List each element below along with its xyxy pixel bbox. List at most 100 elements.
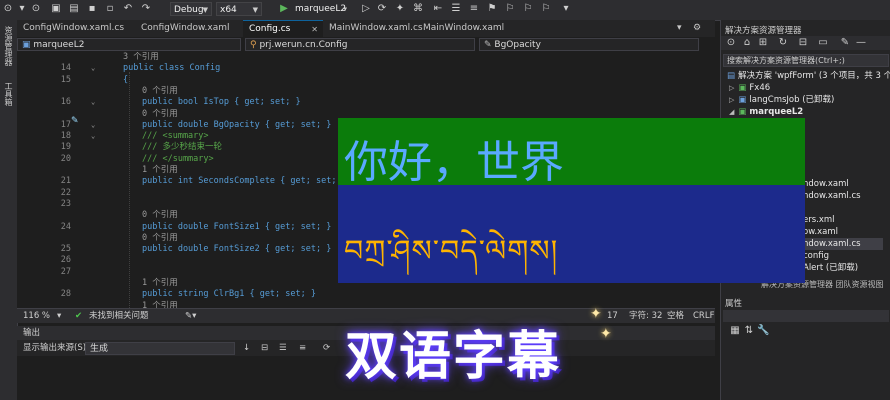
wrench-icon: ✎ bbox=[484, 40, 495, 50]
tree-item-file5[interactable]: ndow.xaml.cs bbox=[803, 238, 883, 250]
code-text: 0 个引用 bbox=[142, 210, 178, 221]
brush-icon[interactable]: ✎▾ bbox=[185, 309, 196, 323]
tree-item-solution[interactable]: ▤ 解决方案 'wpfForm' (3 个项目，共 3 个) bbox=[727, 70, 890, 82]
nav-icon[interactable]: ⇤ bbox=[432, 3, 444, 15]
tree-item-file3[interactable]: ers.xml bbox=[803, 214, 835, 226]
zoom-dropdown-icon[interactable]: ▾ bbox=[57, 309, 61, 323]
save-icon[interactable]: ▪ bbox=[86, 3, 98, 15]
hot-reload-icon[interactable]: ⟳ bbox=[376, 3, 388, 15]
preview-icon[interactable]: — bbox=[855, 37, 867, 49]
output-clear-icon[interactable]: ⊟ bbox=[261, 341, 268, 355]
new-item-icon[interactable]: ▣ bbox=[50, 3, 62, 15]
config-value: Debug bbox=[174, 5, 204, 15]
solution-search-input[interactable]: 搜索解决方案资源管理器(Ctrl+;) bbox=[723, 54, 889, 67]
eol-indicator[interactable]: CRLF bbox=[693, 309, 714, 323]
tree-item-fx46[interactable]: ▷ ▣ Fx46 bbox=[729, 82, 770, 94]
line-number[interactable]: 17 bbox=[607, 309, 618, 323]
tools-icon[interactable]: ⌘ bbox=[412, 3, 424, 15]
tab-configwindow-xaml-cs[interactable]: ConfigWindow.xaml.cs bbox=[17, 20, 135, 37]
back-icon[interactable]: ⊙ bbox=[2, 3, 14, 15]
output-wrap-icon[interactable]: ☰ bbox=[279, 341, 287, 355]
fold-icon[interactable]: ⌄ bbox=[91, 97, 95, 108]
tree-item-file2[interactable]: ndow.xaml.cs bbox=[803, 190, 861, 202]
fold-icon[interactable]: ⌄ bbox=[91, 131, 95, 142]
comment-icon[interactable]: ☰ bbox=[450, 3, 462, 15]
code-line[interactable]: 15 { bbox=[17, 75, 715, 86]
tab-configwindow-xaml[interactable]: ConfigWindow.xaml bbox=[135, 20, 243, 37]
flame-icon[interactable]: ✦ bbox=[394, 3, 406, 15]
sync-icon[interactable]: ⊙ bbox=[725, 37, 737, 49]
dropdown-icon[interactable]: ▾ bbox=[16, 3, 28, 15]
tree-item-langcmsjob[interactable]: ▷ ▣ langCmsJob (已卸载) bbox=[729, 94, 834, 106]
line-number: 24 bbox=[60, 221, 71, 232]
properties-icon[interactable]: ✎ bbox=[839, 37, 851, 49]
toolbox-tab[interactable]: 工具箱 bbox=[3, 82, 14, 106]
collapse-all-icon[interactable]: ⊟ bbox=[797, 37, 809, 49]
bookmark-icon[interactable]: ⚑ bbox=[486, 3, 498, 15]
code-line[interactable]: 16 ⌄ public bool IsTop { get; set; } bbox=[17, 97, 715, 108]
nav-class: prj.werun.cn.Config bbox=[259, 40, 348, 50]
output-action-icon[interactable]: ↓ bbox=[243, 341, 250, 355]
output-source-dropdown[interactable]: 生成 bbox=[85, 342, 235, 355]
check-icon: ✔ bbox=[75, 311, 83, 321]
zoom-level[interactable]: 116 % bbox=[23, 309, 50, 323]
show-files-icon[interactable]: ▭ bbox=[817, 37, 829, 49]
startup-project[interactable]: marqueeL2 ▾ bbox=[292, 2, 350, 16]
settings-icon[interactable]: ⚙ bbox=[693, 20, 707, 37]
clear-bookmarks-icon[interactable]: ⚐ bbox=[540, 3, 552, 15]
fold-icon[interactable]: ⌄ bbox=[91, 120, 95, 131]
platform-dropdown[interactable]: x64 ▼ bbox=[216, 2, 262, 16]
tab-config-cs[interactable]: Config.cs ✕ bbox=[243, 20, 323, 37]
spaces-indicator[interactable]: 空格 bbox=[667, 309, 684, 323]
tab-overflow-icon[interactable]: ▾ bbox=[677, 20, 691, 37]
explorer-tab[interactable]: 资源管理器 bbox=[3, 26, 14, 66]
code-line[interactable]: 3 个引用 bbox=[17, 52, 715, 63]
tree-item-file1[interactable]: ndow.xaml bbox=[803, 178, 849, 190]
tree-label: Alert (已卸载) bbox=[803, 263, 859, 273]
output-refresh-icon[interactable]: ⟳ bbox=[323, 341, 330, 355]
output-find-icon[interactable]: ≡ bbox=[299, 341, 306, 355]
tree-item-marqueel2[interactable]: ◢ ▣ marqueeL2 bbox=[729, 106, 803, 118]
overflow-icon[interactable]: ▾ bbox=[560, 3, 572, 15]
properties-title: 属性 bbox=[725, 299, 743, 309]
undo-icon[interactable]: ↶ bbox=[122, 3, 134, 15]
code-line[interactable]: 14 ⌄ public class Config bbox=[17, 63, 715, 74]
save-all-icon[interactable]: ▫ bbox=[104, 3, 116, 15]
class-dropdown[interactable]: ⚲ prj.werun.cn.Config bbox=[245, 38, 475, 51]
code-text: public double FontSize2 { get; set; } bbox=[142, 244, 332, 255]
properties-dropdown[interactable] bbox=[723, 310, 889, 322]
start-icon[interactable]: ▶ bbox=[278, 3, 290, 15]
uncomment-icon[interactable]: ≡ bbox=[468, 3, 480, 15]
close-icon[interactable]: ✕ bbox=[311, 21, 318, 38]
redo-icon[interactable]: ↷ bbox=[140, 3, 152, 15]
switch-view-icon[interactable]: ⊞ bbox=[757, 37, 769, 49]
bookmark-next-icon[interactable]: ⚐ bbox=[522, 3, 534, 15]
config-dropdown[interactable]: Debug ▼ bbox=[170, 2, 212, 16]
categorized-icon[interactable]: ▦ bbox=[729, 325, 741, 337]
open-icon[interactable]: ▤ bbox=[68, 3, 80, 15]
tree-item-file4[interactable]: ow.xaml bbox=[803, 226, 838, 238]
pending-changes-icon[interactable]: ↻ bbox=[777, 37, 789, 49]
property-pages-icon[interactable]: 🔧 bbox=[757, 325, 769, 337]
code-text: /// <summary> bbox=[142, 131, 209, 142]
char-position[interactable]: 字符: 32 bbox=[629, 309, 662, 323]
navigation-bar: ▣ marqueeL2 ⚲ prj.werun.cn.Config ✎ BgOp… bbox=[17, 37, 715, 53]
tree-item-file7[interactable]: Alert (已卸载) bbox=[803, 262, 858, 274]
home-icon[interactable]: ⌂ bbox=[741, 37, 753, 49]
alphabetical-icon[interactable]: ⇅ bbox=[743, 325, 755, 337]
code-line[interactable]: 0 个引用 bbox=[17, 86, 715, 97]
project-dropdown[interactable]: ▣ marqueeL2 bbox=[17, 38, 241, 51]
issues-text[interactable]: 未找到相关问题 bbox=[89, 309, 149, 323]
forward-icon[interactable]: ⊙ bbox=[30, 3, 42, 15]
fold-icon[interactable]: ⌄ bbox=[91, 63, 95, 74]
tab-label: MainWindow.xaml.cs bbox=[329, 23, 423, 33]
bookmark-prev-icon[interactable]: ⚐ bbox=[504, 3, 516, 15]
code-text: public class Config bbox=[123, 63, 221, 74]
chevron-right-icon: ▷ bbox=[729, 84, 735, 92]
line-number: 22 bbox=[60, 187, 71, 198]
tab-mainwindow-xaml[interactable]: MainWindow.xaml bbox=[417, 20, 517, 37]
tree-item-file6[interactable]: config bbox=[803, 250, 829, 262]
run-icon[interactable]: ▷ bbox=[360, 3, 372, 15]
member-dropdown[interactable]: ✎ BgOpacity bbox=[479, 38, 699, 51]
tab-mainwindow-xaml-cs[interactable]: MainWindow.xaml.cs bbox=[323, 20, 423, 37]
